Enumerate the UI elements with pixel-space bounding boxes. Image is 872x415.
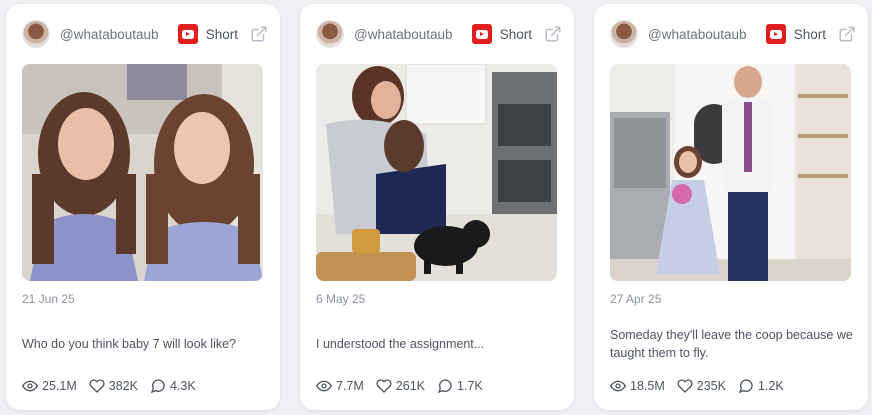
comments-count: 1.2K	[757, 379, 784, 393]
youtube-icon	[471, 24, 492, 44]
comment-icon	[437, 379, 452, 394]
views-stat: 7.7M	[316, 378, 364, 394]
engagement-stats: 25.1M 382K 4.3K	[22, 378, 208, 394]
eye-icon	[316, 380, 332, 392]
account-handle: @whataboutaub	[354, 26, 453, 42]
likes-count: 235K	[696, 379, 726, 393]
post-card[interactable]: @whataboutaub Short 21 Jun 25 Who do you…	[6, 4, 280, 410]
external-link-icon[interactable]	[250, 25, 268, 43]
youtube-icon	[177, 24, 198, 44]
content-type-label: Short	[205, 26, 238, 42]
eye-icon	[610, 380, 626, 392]
avatar	[22, 20, 50, 48]
heart-icon	[376, 379, 392, 393]
external-link-icon[interactable]	[544, 25, 562, 43]
content-type-label: Short	[793, 26, 826, 42]
avatar	[316, 20, 344, 48]
account-handle: @whataboutaub	[648, 26, 747, 42]
post-card[interactable]: @whataboutaub Short	[594, 4, 868, 410]
views-count: 18.5M	[630, 379, 665, 393]
content-type-label: Short	[499, 26, 532, 42]
video-thumbnail[interactable]	[22, 64, 263, 281]
external-link-icon[interactable]	[838, 25, 856, 43]
account-handle: @whataboutaub	[60, 26, 159, 42]
comment-icon	[150, 379, 165, 394]
post-date: 27 Apr 25	[610, 292, 662, 306]
engagement-stats: 18.5M 235K 1.2K	[610, 378, 796, 394]
likes-count: 261K	[395, 379, 425, 393]
post-card[interactable]: @whataboutaub Short	[300, 4, 574, 410]
likes-stat: 235K	[677, 378, 726, 394]
comments-count: 4.3K	[169, 379, 196, 393]
youtube-icon	[765, 24, 786, 44]
comments-stat: 1.7K	[437, 378, 483, 394]
video-thumbnail[interactable]	[610, 64, 851, 281]
views-stat: 25.1M	[22, 378, 77, 394]
likes-stat: 261K	[376, 378, 425, 394]
post-caption: Someday they'll leave the coop because w…	[610, 328, 853, 360]
post-date: 21 Jun 25	[22, 292, 75, 306]
comments-stat: 1.2K	[738, 378, 784, 394]
eye-icon	[22, 380, 38, 392]
post-caption: Who do you think baby 7 will look like?	[22, 337, 237, 351]
heart-icon	[89, 379, 105, 393]
comments-count: 1.7K	[457, 379, 483, 393]
post-date: 6 May 25	[316, 292, 366, 306]
card-header: @whataboutaub Short	[22, 18, 268, 50]
post-caption: I understood the assignment...	[316, 337, 485, 351]
views-count: 25.1M	[42, 379, 77, 393]
engagement-stats: 7.7M 261K 1.7K	[316, 378, 495, 394]
card-header: @whataboutaub Short	[316, 18, 562, 50]
likes-count: 382K	[108, 379, 138, 393]
avatar	[610, 20, 638, 48]
views-stat: 18.5M	[610, 378, 665, 394]
card-header: @whataboutaub Short	[610, 18, 856, 50]
comment-icon	[738, 379, 753, 394]
views-count: 7.7M	[336, 379, 364, 393]
video-thumbnail[interactable]	[316, 64, 557, 281]
likes-stat: 382K	[89, 378, 138, 394]
heart-icon	[677, 379, 693, 393]
comments-stat: 4.3K	[150, 378, 196, 394]
